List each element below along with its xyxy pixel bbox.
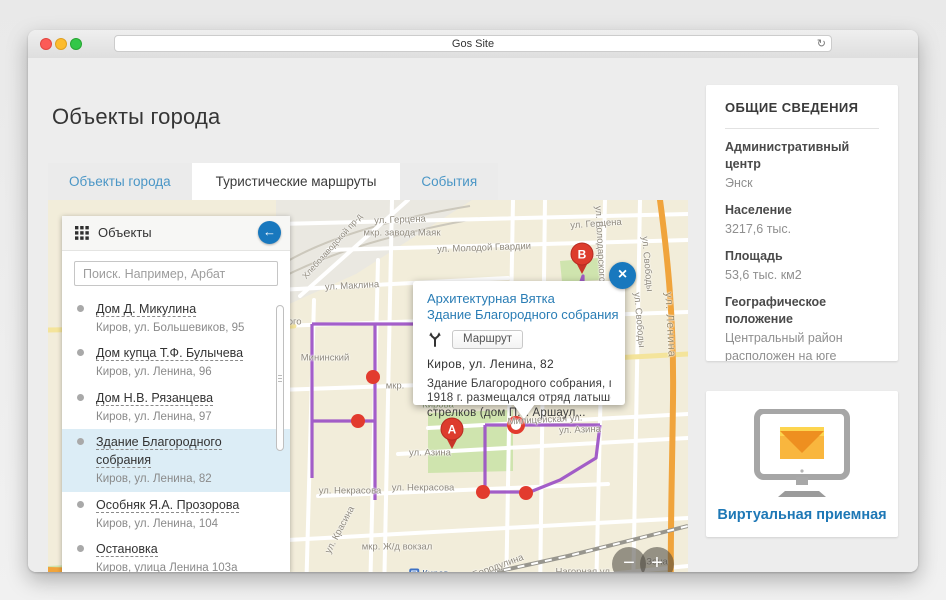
- balloon-description-line: Здание Благородного собрания, где в: [427, 377, 611, 392]
- info-heading: ОБЩИЕ СВЕДЕНИЯ: [725, 100, 879, 115]
- page-title: Объекты города: [52, 104, 220, 130]
- general-info-card: ОБЩИЕ СВЕДЕНИЯ Административный центр Эн…: [706, 85, 898, 361]
- zoom-window-button[interactable]: [70, 38, 82, 50]
- object-title[interactable]: Здание Благородного собрания: [96, 435, 222, 468]
- grid-icon: [75, 226, 89, 240]
- balloon-object-link[interactable]: Здание Благородного собрания: [427, 307, 611, 323]
- objects-panel: Объекты ← Дом Д. Микулина Киров, ул. Бол…: [62, 216, 290, 572]
- virtual-reception-link[interactable]: Виртуальная приемная: [706, 507, 898, 523]
- bullet-icon: [77, 438, 84, 445]
- object-title[interactable]: Дом Д. Микулина: [96, 302, 196, 317]
- browser-window: Gos Site ↻ Объекты города Объекты города…: [28, 30, 918, 572]
- balloon-address: Киров, ул. Ленина, 82: [427, 357, 611, 371]
- map-balloon: Архитектурная Вятка Здание Благородного …: [413, 281, 625, 405]
- fact-label: Географическое положение: [725, 294, 879, 328]
- balloon-route-link[interactable]: Архитектурная Вятка: [427, 291, 611, 307]
- object-address: Киров, ул. Ленина, 82: [96, 472, 276, 486]
- browser-toolbar: Gos Site ↻: [28, 30, 918, 59]
- object-address: Киров, ул. Ленина, 104: [96, 517, 276, 531]
- list-item-selected[interactable]: Здание Благородного собрания Киров, ул. …: [62, 429, 290, 491]
- tab-city-objects[interactable]: Объекты города: [48, 163, 192, 200]
- list-item[interactable]: Особняк Я.А. Прозорова Киров, ул. Ленина…: [62, 492, 290, 536]
- bullet-icon: [77, 545, 84, 552]
- object-title[interactable]: Дом купца Т.Ф. Булычева: [96, 346, 243, 361]
- page-url-title: Gos Site: [452, 38, 494, 50]
- virtual-reception-card[interactable]: Виртуальная приемная: [706, 391, 898, 537]
- balloon-close-button[interactable]: ×: [609, 262, 636, 289]
- fact-value: Центральный район расположен на юге Вост…: [725, 329, 879, 361]
- minimize-window-button[interactable]: [55, 38, 67, 50]
- list-item[interactable]: Дом купца Т.Ф. Булычева Киров, ул. Ленин…: [62, 340, 290, 384]
- fact-label: Население: [725, 202, 879, 219]
- fact-value: 3217,6 тыс.: [725, 220, 879, 238]
- marker-a-letter: A: [448, 423, 457, 437]
- fact-value: Энск: [725, 174, 879, 192]
- bullet-icon: [77, 394, 84, 401]
- list-item[interactable]: Дом Д. Микулина Киров, ул. Большевиков, …: [62, 296, 290, 340]
- fact-label: Административный центр: [725, 139, 879, 173]
- page-content: Объекты города Объекты города Туристичес…: [28, 58, 918, 572]
- divider: [725, 128, 879, 129]
- address-bar[interactable]: Gos Site ↻: [114, 35, 832, 52]
- object-address: Киров, улица Ленина 103а: [96, 561, 276, 572]
- back-arrow-icon: ←: [263, 224, 276, 239]
- objects-panel-header: Объекты ←: [62, 216, 290, 251]
- object-address: Киров, ул. Ленина, 97: [96, 410, 276, 424]
- route-fork-icon: [427, 331, 443, 347]
- object-address: Киров, ул. Ленина, 96: [96, 365, 276, 379]
- collapse-panel-button[interactable]: ←: [258, 221, 281, 244]
- object-address: Киров, ул. Большевиков, 95: [96, 321, 276, 335]
- fact-label: Площадь: [725, 248, 879, 265]
- list-item[interactable]: Дом Н.В. Рязанцева Киров, ул. Ленина, 97: [62, 385, 290, 429]
- object-title[interactable]: Дом Н.В. Рязанцева: [96, 391, 213, 406]
- tab-events[interactable]: События: [400, 163, 498, 200]
- route-row: Маршрут: [427, 330, 611, 349]
- balloon-tail: [513, 404, 535, 419]
- object-title[interactable]: Остановка: [96, 542, 158, 557]
- route-button[interactable]: Маршрут: [452, 330, 523, 349]
- fact-value: 53,6 тыс. км2: [725, 266, 879, 284]
- reload-icon[interactable]: ↻: [817, 36, 826, 52]
- monitor-email-icon: [747, 409, 857, 497]
- bullet-icon: [77, 349, 84, 356]
- objects-panel-title: Объекты: [98, 225, 152, 240]
- close-window-button[interactable]: [40, 38, 52, 50]
- panel-scrollbar[interactable]: [276, 305, 284, 451]
- marker-b-letter: B: [578, 248, 587, 262]
- objects-list: Дом Д. Микулина Киров, ул. Большевиков, …: [62, 296, 290, 572]
- search-input[interactable]: [74, 261, 278, 286]
- bullet-icon: [77, 501, 84, 508]
- bullet-icon: [77, 305, 84, 312]
- list-item[interactable]: Остановка Киров, улица Ленина 103а: [62, 536, 290, 572]
- tab-bar: Объекты города Туристические маршруты Со…: [48, 163, 498, 200]
- tab-tourist-routes[interactable]: Туристические маршруты: [195, 163, 398, 200]
- object-title[interactable]: Особняк Я.А. Прозорова: [96, 498, 239, 513]
